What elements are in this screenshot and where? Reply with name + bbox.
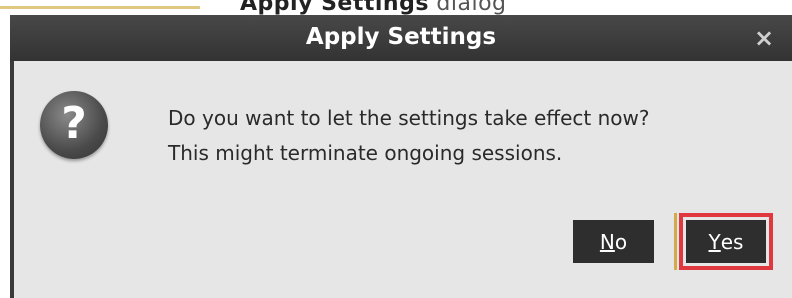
apply-settings-dialog: Apply Settings × ? Do you want to let th… bbox=[10, 15, 792, 298]
message-line-2: This might terminate ongoing sessions. bbox=[168, 141, 563, 165]
background-heading-bold: Apply Settings bbox=[240, 0, 429, 16]
yes-button-mnemonic: Y bbox=[708, 229, 721, 254]
yes-button-label-rest: es bbox=[720, 229, 744, 254]
dialog-left-border bbox=[10, 61, 14, 298]
background-highlight bbox=[0, 6, 200, 9]
close-icon[interactable]: × bbox=[750, 24, 778, 52]
background-heading-fragment: Apply Settings dialog bbox=[240, 0, 507, 16]
no-button-label-rest: o bbox=[614, 229, 628, 254]
no-button[interactable]: No bbox=[573, 220, 654, 263]
no-button-mnemonic: N bbox=[599, 229, 615, 254]
yes-button[interactable]: Yes bbox=[686, 220, 766, 263]
dialog-titlebar[interactable]: Apply Settings × bbox=[10, 15, 792, 61]
question-icon-glyph: ? bbox=[61, 98, 87, 149]
yes-button-highlight: Yes bbox=[679, 213, 773, 270]
question-icon: ? bbox=[40, 91, 108, 159]
background-heading-rest: dialog bbox=[428, 0, 507, 16]
dialog-title: Apply Settings bbox=[305, 24, 497, 50]
message-line-1: Do you want to let the settings take eff… bbox=[168, 106, 650, 130]
dialog-message: Do you want to let the settings take eff… bbox=[168, 101, 788, 171]
yes-button-accent bbox=[674, 213, 677, 270]
